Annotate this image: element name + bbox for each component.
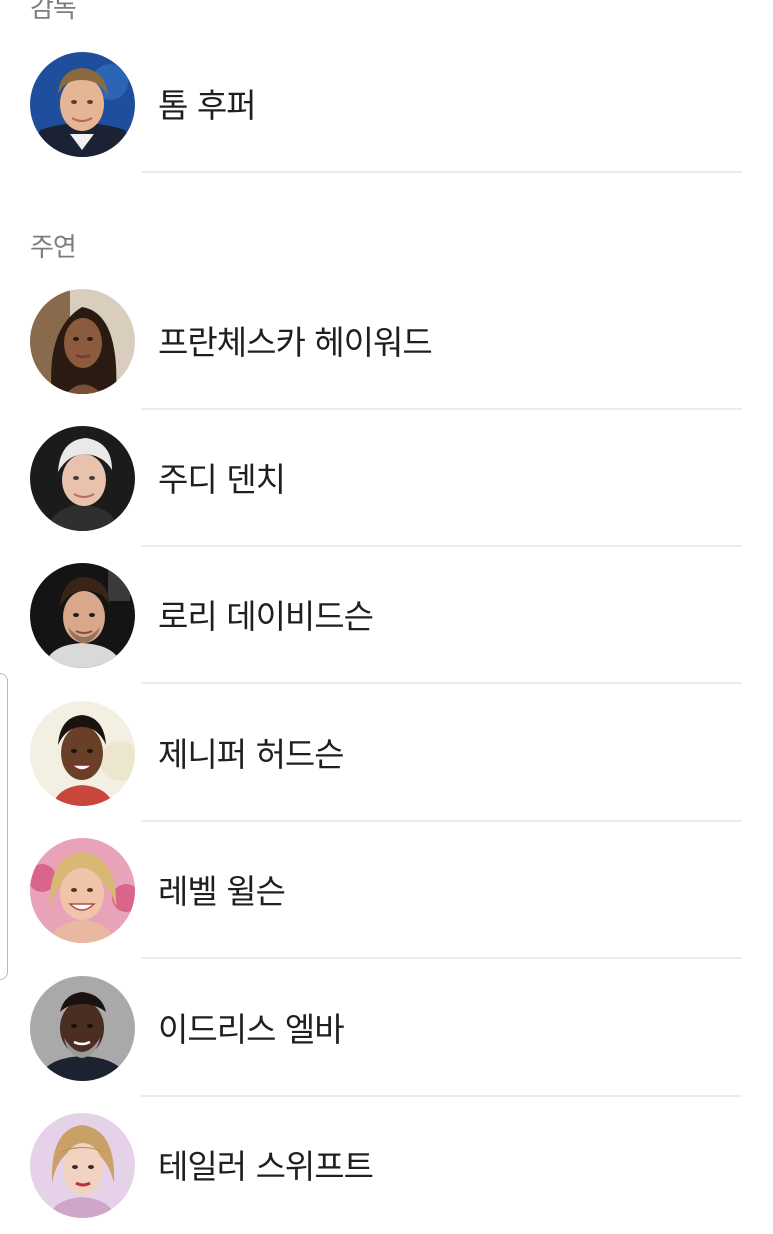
person-name[interactable]: 주디 덴치 bbox=[158, 460, 286, 500]
person-avatar[interactable] bbox=[30, 1113, 135, 1218]
person-row-cast-3[interactable]: 제니퍼 허드슨 bbox=[0, 685, 773, 822]
person-avatar[interactable] bbox=[30, 426, 135, 531]
side-drag-handle[interactable] bbox=[0, 673, 8, 980]
person-avatar[interactable] bbox=[30, 563, 135, 668]
person-row-director-0[interactable]: 톰 후퍼 bbox=[0, 36, 773, 173]
person-row-cast-6[interactable]: 테일러 스위프트 bbox=[0, 1097, 773, 1234]
director-photo-avatar-icon bbox=[30, 52, 135, 157]
row-divider bbox=[141, 682, 742, 684]
person-row-cast-5[interactable]: 이드리스 엘바 bbox=[0, 960, 773, 1097]
person-name[interactable]: 프란체스카 헤이워드 bbox=[158, 323, 433, 363]
actor-photo-avatar-icon bbox=[30, 701, 135, 806]
actor-photo-avatar-icon bbox=[30, 289, 135, 394]
person-avatar[interactable] bbox=[30, 52, 135, 157]
actor-photo-avatar-icon bbox=[30, 976, 135, 1081]
person-row-cast-0[interactable]: 프란체스카 헤이워드 bbox=[0, 273, 773, 410]
person-name[interactable]: 레벨 윌슨 bbox=[158, 872, 286, 912]
person-name[interactable]: 로리 데이비드슨 bbox=[158, 597, 374, 637]
person-row-cast-2[interactable]: 로리 데이비드슨 bbox=[0, 547, 773, 684]
row-divider bbox=[141, 957, 742, 959]
person-avatar[interactable] bbox=[30, 976, 135, 1081]
person-name[interactable]: 테일러 스위프트 bbox=[158, 1147, 374, 1187]
person-avatar[interactable] bbox=[30, 838, 135, 943]
actor-photo-avatar-icon bbox=[30, 563, 135, 668]
director-section-title: 감독 bbox=[30, 0, 77, 24]
person-row-cast-4[interactable]: 레벨 윌슨 bbox=[0, 822, 773, 959]
actor-photo-avatar-icon bbox=[30, 426, 135, 531]
person-name[interactable]: 톰 후퍼 bbox=[158, 86, 257, 126]
row-divider bbox=[141, 171, 742, 173]
person-avatar[interactable] bbox=[30, 701, 135, 806]
actor-photo-avatar-icon bbox=[30, 1113, 135, 1218]
person-name[interactable]: 제니퍼 허드슨 bbox=[158, 735, 345, 775]
person-row-cast-1[interactable]: 주디 덴치 bbox=[0, 410, 773, 547]
actor-photo-avatar-icon bbox=[30, 838, 135, 943]
cast-section-title: 주연 bbox=[30, 233, 77, 263]
person-avatar[interactable] bbox=[30, 289, 135, 394]
person-name[interactable]: 이드리스 엘바 bbox=[158, 1010, 345, 1050]
